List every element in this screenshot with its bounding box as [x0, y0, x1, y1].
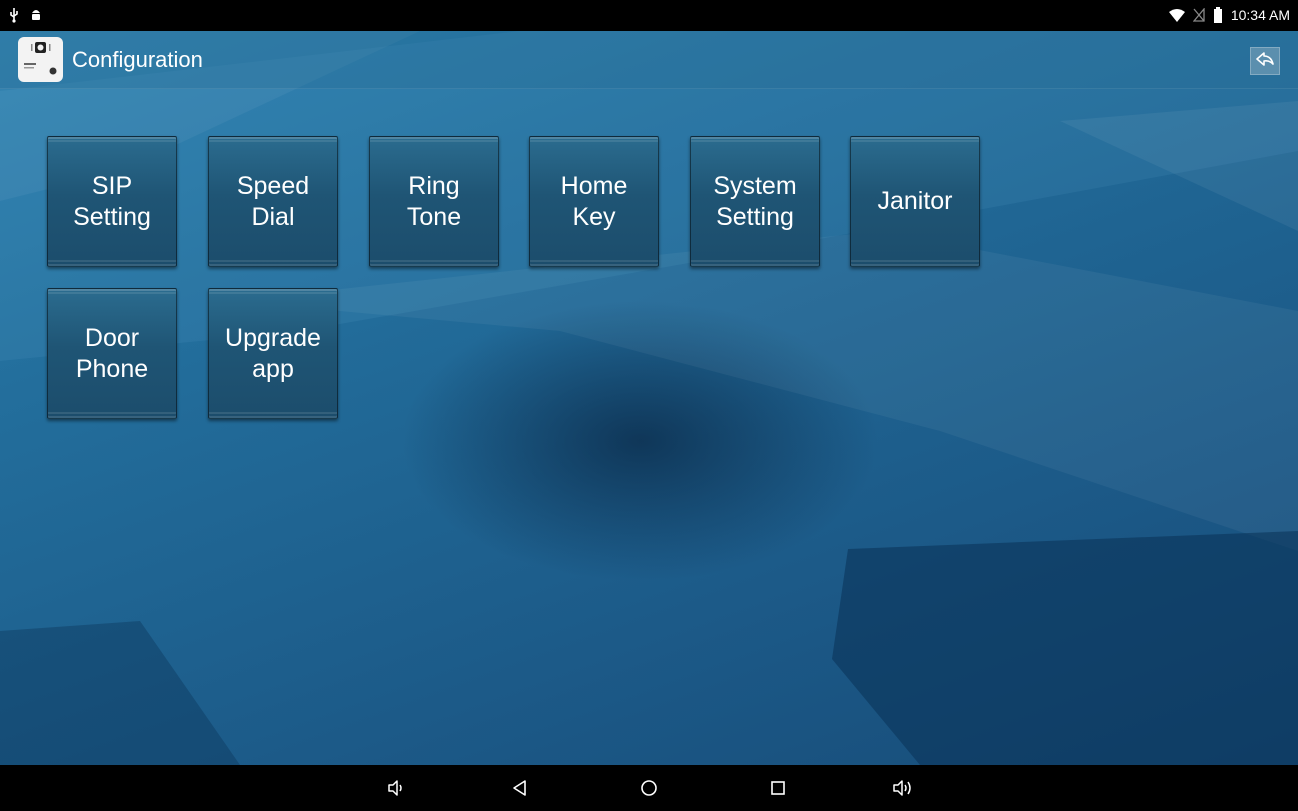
volume-down-button[interactable]	[386, 778, 406, 798]
home-key-button[interactable]: Home Key	[529, 136, 659, 267]
volume-down-icon	[387, 779, 405, 797]
usb-icon	[8, 7, 20, 23]
sip-setting-button[interactable]: SIP Setting	[47, 136, 177, 267]
janitor-button[interactable]: Janitor	[850, 136, 980, 267]
no-sim-icon	[1192, 8, 1205, 22]
volume-up-button[interactable]	[893, 778, 913, 798]
nav-recents-button[interactable]	[768, 778, 788, 798]
navigation-bar	[0, 765, 1298, 811]
ring-tone-button[interactable]: Ring Tone	[369, 136, 499, 267]
reply-back-button[interactable]	[1250, 47, 1280, 75]
back-icon	[511, 779, 529, 797]
home-icon	[640, 779, 658, 797]
status-time: 10:34 AM	[1230, 7, 1290, 23]
wifi-icon	[1168, 8, 1185, 22]
speed-dial-button[interactable]: Speed Dial	[208, 136, 338, 267]
app-logo-icon	[18, 37, 63, 82]
reply-back-icon	[1255, 51, 1275, 72]
recents-icon	[769, 779, 787, 797]
upgrade-app-button[interactable]: Upgrade app	[208, 288, 338, 419]
nav-home-button[interactable]	[639, 778, 659, 798]
main-screen: Configuration SIP Setting Speed Dial Rin…	[0, 31, 1298, 765]
status-bar: 10:34 AM	[0, 0, 1298, 31]
door-phone-button[interactable]: Door Phone	[47, 288, 177, 419]
android-debug-icon	[30, 7, 42, 23]
battery-icon	[1213, 7, 1223, 23]
volume-up-icon	[892, 779, 914, 797]
nav-back-button[interactable]	[510, 778, 530, 798]
action-bar: Configuration	[0, 31, 1298, 89]
system-setting-button[interactable]: System Setting	[690, 136, 820, 267]
page-title: Configuration	[72, 47, 203, 72]
